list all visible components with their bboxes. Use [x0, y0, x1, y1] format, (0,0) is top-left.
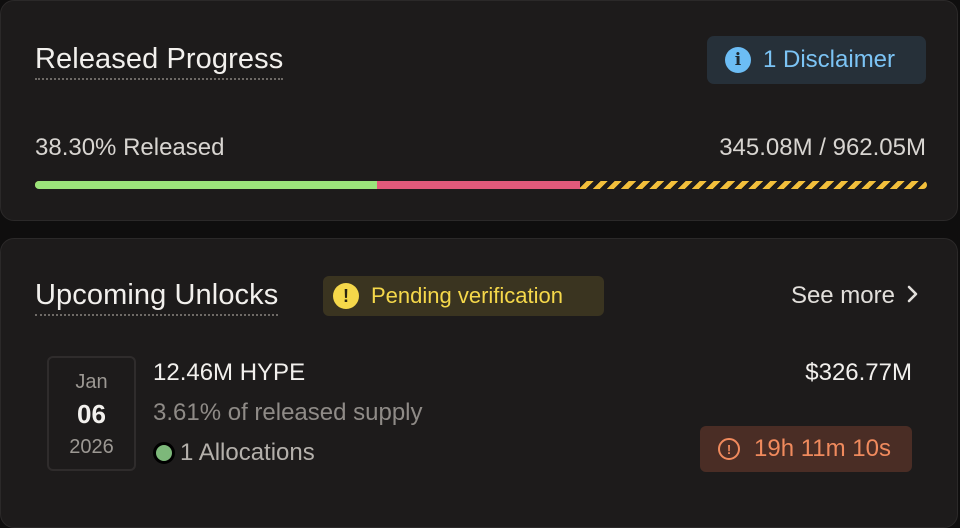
released-progress-card: Released Progress i 1 Disclaimer 38.30% …	[0, 0, 958, 221]
released-progress-bar	[35, 181, 927, 189]
upcoming-unlocks-title[interactable]: Upcoming Unlocks	[35, 278, 279, 316]
released-supply: 345.08M / 962.05M	[719, 134, 926, 161]
see-more-label: See more	[790, 282, 895, 309]
unlock-countdown-badge: ! 19h 11m 10s	[700, 426, 912, 472]
unlock-day: 06	[77, 399, 106, 429]
disclaimer-button[interactable]: i 1 Disclaimer	[707, 36, 926, 84]
allocations-label: 1 Allocations	[180, 439, 315, 466]
progress-segment-secondary	[376, 181, 580, 189]
upcoming-unlocks-card: Upcoming Unlocks ! Pending verification …	[0, 238, 958, 528]
pending-verification-label: Pending verification	[371, 283, 564, 308]
unlock-supply-percent: 3.61% of released supply	[153, 399, 423, 426]
released-percent: 38.30% Released	[35, 134, 225, 161]
unlock-date: Jan 06 2026	[47, 356, 136, 471]
info-icon: i	[725, 47, 751, 73]
see-more-link[interactable]: See more	[791, 282, 919, 310]
allocation-dot-icon	[153, 442, 175, 464]
pending-verification-badge[interactable]: ! Pending verification	[323, 276, 604, 316]
unlock-month: Jan	[75, 371, 108, 393]
countdown-label: 19h 11m 10s	[754, 435, 891, 462]
chevron-right-icon	[907, 282, 919, 310]
unlock-allocations[interactable]: 1 Allocations	[153, 439, 315, 467]
disclaimer-label: 1 Disclaimer	[763, 46, 896, 73]
unlock-year: 2026	[69, 436, 114, 458]
unlock-amount: 12.46M HYPE	[153, 359, 306, 386]
progress-segment-released	[35, 181, 377, 189]
warning-icon: !	[333, 283, 359, 309]
clock-alert-icon: !	[718, 438, 740, 460]
unlock-usd-value: $326.77M	[805, 359, 912, 386]
released-progress-title[interactable]: Released Progress	[35, 42, 284, 80]
